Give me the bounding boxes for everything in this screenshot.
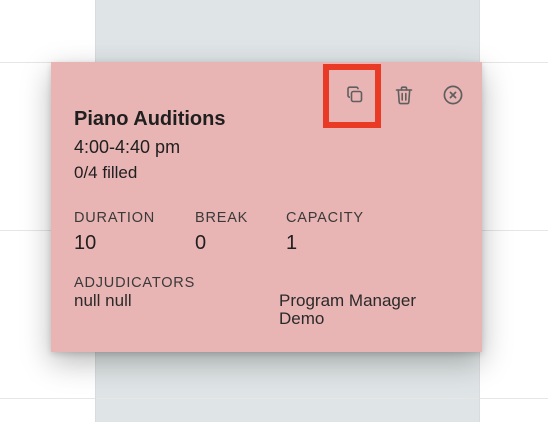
close-popup-button[interactable]	[436, 78, 470, 112]
capacity-label: CAPACITY	[286, 210, 364, 226]
adjudicator-name: Program Manager Demo	[279, 291, 417, 328]
event-time-range: 4:00-4:40 pm	[74, 137, 181, 157]
calendar-hour-line	[0, 398, 548, 399]
duration-value: 10	[74, 232, 97, 254]
copy-event-button[interactable]	[338, 78, 372, 112]
delete-event-button[interactable]	[387, 78, 421, 112]
event-filled-count: 0/4 filled	[74, 163, 138, 182]
event-title: Piano Auditions	[74, 108, 226, 130]
close-circle-icon	[443, 85, 463, 105]
capacity-value: 1	[286, 232, 298, 254]
adjudicators-label: ADJUDICATORS	[74, 275, 196, 291]
break-label: BREAK	[195, 210, 249, 226]
break-value: 0	[195, 232, 207, 254]
trash-icon	[395, 86, 413, 105]
duration-label: DURATION	[74, 210, 156, 226]
copy-icon	[347, 86, 363, 103]
adjudicator-name: null null	[74, 291, 132, 310]
event-details-popup: Piano Auditions 4:00-4:40 pm 0/4 filled …	[51, 62, 482, 352]
